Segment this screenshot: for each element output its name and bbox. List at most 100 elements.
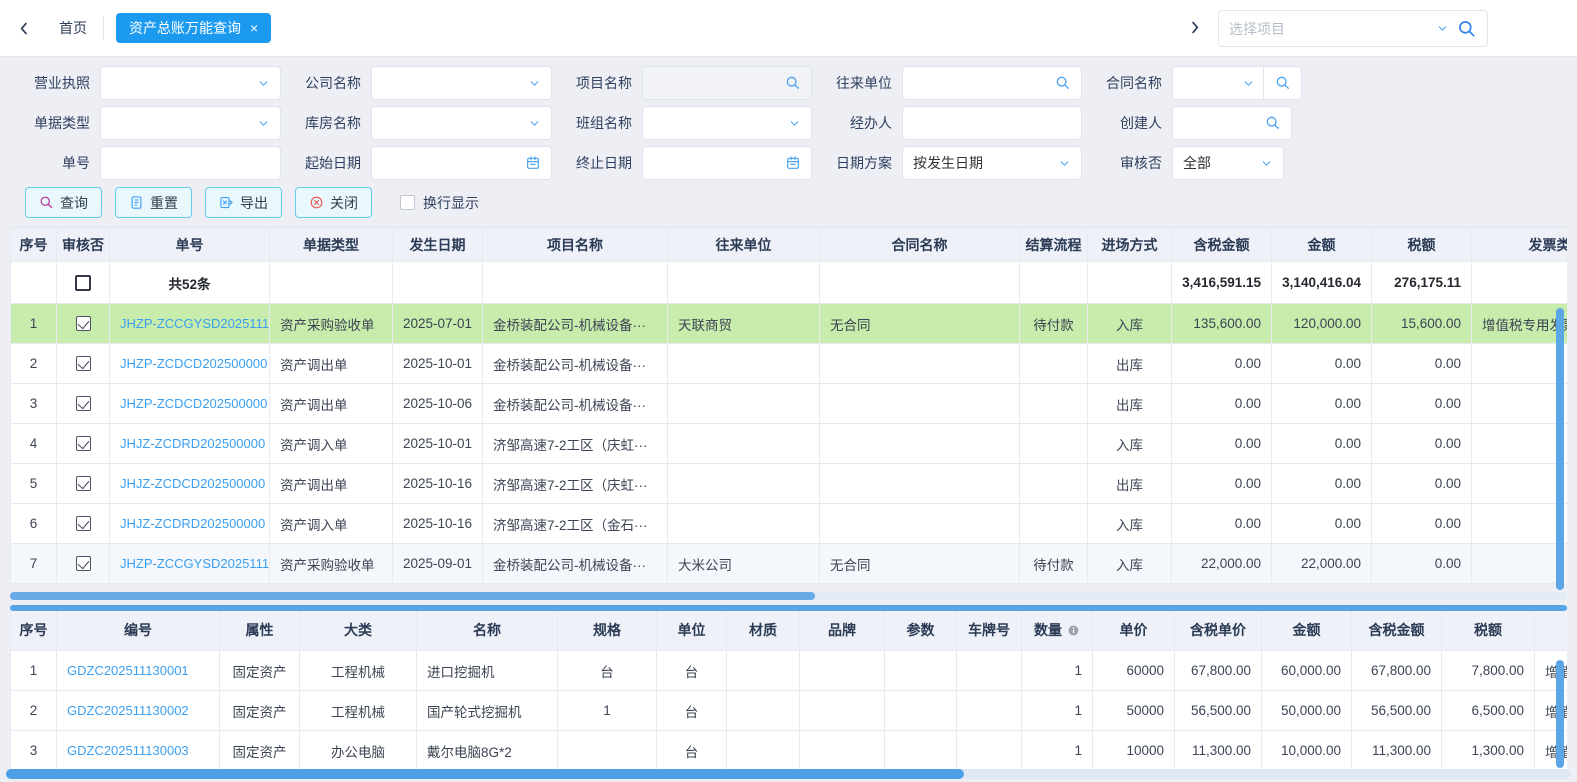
project-select[interactable] — [1218, 10, 1488, 47]
search-icon[interactable] — [785, 75, 801, 91]
tab-active[interactable]: 资产总账万能查询 × — [116, 13, 271, 43]
creator-input[interactable] — [1172, 106, 1292, 140]
detail-table-vertical-scrollbar[interactable] — [1556, 660, 1564, 768]
tab-home[interactable]: 首页 — [59, 18, 87, 38]
company-name-select[interactable] — [371, 66, 552, 100]
warehouse-select[interactable] — [371, 106, 552, 140]
doc-no-link[interactable]: JHJZ-ZCDRD202500000 — [120, 436, 265, 451]
chevron-down-icon — [1260, 157, 1273, 170]
cell-empty — [270, 262, 393, 304]
project-name-label: 项目名称 — [552, 73, 632, 93]
cell-project: 金桥装配公司-机械设备··· — [483, 304, 668, 344]
asset-code-link[interactable]: GDZC202511130002 — [67, 703, 189, 718]
row-checkbox[interactable] — [76, 396, 91, 411]
calendar-icon[interactable] — [785, 155, 801, 171]
main-table-vertical-scrollbar[interactable] — [1556, 308, 1564, 590]
row-checkbox[interactable] — [76, 356, 91, 371]
cell-empty — [668, 262, 820, 304]
cell-tax-included-amount: 11,300.00 — [1352, 731, 1442, 771]
search-icon[interactable] — [1457, 19, 1477, 39]
search-icon[interactable] — [1055, 75, 1071, 91]
cell-tax-included-price: 11,300.00 — [1175, 731, 1262, 771]
col-tax: 税额 — [1372, 227, 1472, 262]
wrap-display-checkbox[interactable] — [400, 195, 415, 210]
cell-tax: 0.00 — [1372, 504, 1472, 544]
export-button[interactable]: 导出 — [205, 187, 282, 218]
close-button[interactable]: 关闭 — [295, 187, 372, 218]
contract-name-search-button[interactable] — [1264, 67, 1301, 99]
scrollbar-thumb[interactable] — [10, 592, 815, 600]
doc-no-link[interactable]: JHJZ-ZCDCD202500000 — [120, 476, 265, 491]
table-row[interactable]: 3 JHZP-ZCDCD202500000 资产调出单 2025-10-06 金… — [10, 384, 1567, 424]
row-checkbox[interactable] — [76, 556, 91, 571]
detail-table-horizontal-scrollbar[interactable] — [6, 769, 1571, 779]
project-name-input[interactable] — [642, 66, 812, 100]
row-checkbox[interactable] — [76, 476, 91, 491]
project-select-input[interactable] — [1229, 21, 1428, 37]
detail-table-top-scrollbar[interactable] — [10, 605, 1567, 611]
start-date-input[interactable] — [371, 146, 552, 180]
end-date-input[interactable] — [642, 146, 812, 180]
table-row[interactable]: 6 JHJZ-ZCDRD202500000 资产调入单 2025-10-16 济… — [10, 504, 1567, 544]
reset-button[interactable]: 重置 — [115, 187, 192, 218]
col-counterparty: 往来单位 — [668, 227, 820, 262]
audit-select[interactable]: 全部 — [1172, 146, 1284, 180]
row-checkbox[interactable] — [76, 516, 91, 531]
row-checkbox[interactable] — [76, 436, 91, 451]
doc-no-link[interactable]: JHZP-ZCDCD202500000 — [120, 356, 267, 371]
main-table-horizontal-scrollbar[interactable] — [10, 592, 1567, 600]
search-icon[interactable] — [1265, 115, 1281, 131]
filter-row-1: 营业执照 公司名称 项目名称 往来单位 合同名称 — [10, 66, 1577, 100]
doc-no-link[interactable]: JHZP-ZCDCD202500000 — [120, 396, 267, 411]
chevron-down-icon — [257, 77, 270, 90]
cell-counterparty — [668, 504, 820, 544]
counterparty-input[interactable] — [902, 66, 1082, 100]
close-circle-icon — [309, 195, 324, 210]
info-icon[interactable] — [1067, 624, 1080, 637]
wrap-display-option[interactable]: 换行显示 — [400, 193, 479, 213]
table-row[interactable]: 4 JHJZ-ZCDRD202500000 资产调入单 2025-10-01 济… — [10, 424, 1567, 464]
detail-row[interactable]: 2 GDZC202511130002 固定资产 工程机械 国产轮式挖掘机 1 台… — [10, 691, 1567, 731]
table-row[interactable]: 7 JHZP-ZCCGYSD2025111 资产采购验收单 2025-09-01… — [10, 544, 1567, 584]
cell-doc-type: 资产调入单 — [270, 504, 393, 544]
cell-amount: 50,000.00 — [1262, 691, 1352, 731]
doc-type-select[interactable] — [100, 106, 281, 140]
cell-counterparty — [668, 344, 820, 384]
asset-code-link[interactable]: GDZC202511130001 — [67, 663, 189, 678]
table-row[interactable]: 1 JHZP-ZCCGYSD2025111 资产采购验收单 2025-07-01… — [10, 304, 1567, 344]
date-scheme-label: 日期方案 — [812, 153, 892, 173]
calendar-icon[interactable] — [525, 155, 541, 171]
query-button[interactable]: 查询 — [25, 187, 102, 218]
chevron-down-icon[interactable] — [1436, 22, 1449, 35]
chevron-down-icon — [788, 117, 801, 130]
doc-no-link[interactable]: JHJZ-ZCDRD202500000 — [120, 516, 265, 531]
tabs-scroll-left-icon[interactable] — [16, 20, 33, 37]
asset-code-link[interactable]: GDZC202511130003 — [67, 743, 189, 758]
cell-doc-type: 资产调出单 — [270, 384, 393, 424]
tab-close-icon[interactable]: × — [250, 20, 258, 36]
table-row[interactable]: 2 JHZP-ZCDCD202500000 资产调出单 2025-10-01 金… — [10, 344, 1567, 384]
contract-name-select[interactable] — [1173, 67, 1264, 99]
scrollbar-thumb[interactable] — [6, 769, 964, 779]
doc-no-input[interactable] — [100, 146, 281, 180]
table-row[interactable]: 5 JHJZ-ZCDCD202500000 资产调出单 2025-10-16 济… — [10, 464, 1567, 504]
cell-tax: 0.00 — [1372, 344, 1472, 384]
contract-name-combo[interactable] — [1172, 66, 1302, 100]
col-brand: 品牌 — [800, 609, 885, 651]
contract-name-label: 合同名称 — [1082, 73, 1162, 93]
detail-row[interactable]: 3 GDZC202511130003 固定资产 办公电脑 戴尔电脑8G*2 台 … — [10, 731, 1567, 771]
cell-tax: 0.00 — [1372, 464, 1472, 504]
doc-no-link[interactable]: JHZP-ZCCGYSD2025111 — [120, 556, 269, 571]
row-checkbox[interactable] — [76, 316, 91, 331]
select-all-checkbox[interactable] — [75, 275, 91, 291]
tabs-scroll-right-icon[interactable] — [1186, 19, 1203, 36]
handler-input[interactable] — [902, 106, 1082, 140]
business-license-select[interactable] — [100, 66, 281, 100]
detail-row[interactable]: 1 GDZC202511130001 固定资产 工程机械 进口挖掘机 台 台 1… — [10, 651, 1567, 691]
cell-code: GDZC202511130001 — [57, 651, 220, 691]
doc-no-link[interactable]: JHZP-ZCCGYSD2025111 — [120, 316, 269, 331]
cell-attribute: 固定资产 — [220, 731, 300, 771]
cell-settlement: 待付款 — [1020, 544, 1088, 584]
team-select[interactable] — [642, 106, 812, 140]
date-scheme-select[interactable]: 按发生日期 — [902, 146, 1082, 180]
